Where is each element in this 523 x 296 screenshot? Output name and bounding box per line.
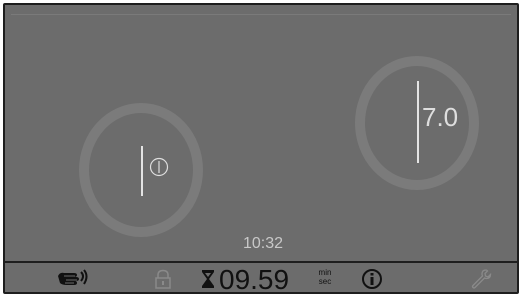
status-bar: 09.59 min sec: [5, 263, 517, 292]
lock-icon[interactable]: [151, 263, 175, 292]
power-standby-icon: [149, 157, 169, 177]
hand-wave-icon[interactable]: [53, 263, 93, 292]
clock-display: 10:32: [242, 235, 284, 252]
wrench-icon[interactable]: [469, 263, 493, 292]
zone-left-slider[interactable]: [141, 146, 143, 196]
cooking-zone-right[interactable]: 7.0: [355, 56, 479, 190]
cooking-zone-left[interactable]: [79, 103, 203, 237]
timer-units: min sec: [315, 268, 335, 286]
info-icon[interactable]: [360, 263, 384, 292]
top-divider: [11, 14, 511, 15]
timer-unit-sec: sec: [318, 277, 332, 286]
cooktop-screen: 7.0 10:32 09.59 min sec: [0, 0, 523, 296]
timer-unit-min: min: [318, 268, 332, 277]
zone-right-slider[interactable]: [417, 81, 419, 163]
timer-value[interactable]: 09.59: [219, 264, 289, 292]
hourglass-icon: [199, 263, 217, 292]
control-panel: 7.0 10:32 09.59 min sec: [3, 3, 519, 294]
power-level-value: 7.0: [422, 102, 459, 132]
